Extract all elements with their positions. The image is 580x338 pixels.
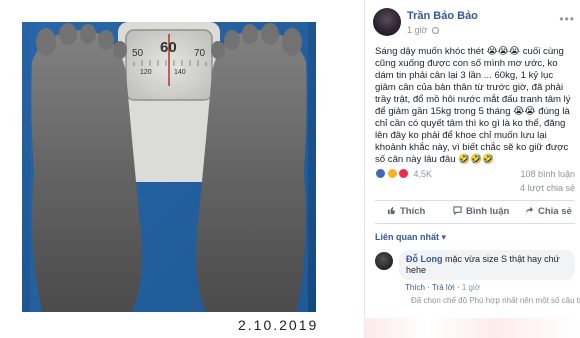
reply-filter-notice: Đã chọn chế độ Phù hợp nhất nên một số c…: [411, 296, 580, 305]
thumbs-up-icon: [387, 206, 396, 215]
post-timestamp[interactable]: 1 giờ: [407, 25, 439, 35]
scale-feet-photo[interactable]: 50 60 70 120 140: [22, 22, 316, 312]
like-reaction-icon: [375, 168, 386, 180]
comment-label: Bình luận: [466, 206, 510, 217]
more-options-icon[interactable]: •••: [559, 12, 575, 26]
post-panel: Trần Bảo Bảo 1 giờ ••• Sáng dậy muốn khó…: [364, 0, 580, 338]
comment-button[interactable]: Bình luận: [453, 206, 509, 217]
comment-like-link[interactable]: Thích: [405, 283, 425, 292]
comment-count[interactable]: 108 bình luận: [520, 169, 575, 179]
reactions-summary[interactable]: 4,5K 108 bình luận 4 lượt chia sẻ: [375, 168, 575, 193]
share-count[interactable]: 4 lượt chia sẻ: [520, 183, 575, 193]
haha-reaction-icon: [386, 168, 398, 180]
commenter-name[interactable]: Đỗ Long: [406, 254, 443, 264]
post-header: Trần Bảo Bảo 1 giờ •••: [373, 8, 579, 38]
comment-actions: Thích · Trả lời · 1 giờ: [405, 283, 480, 292]
photo-illustration: 50 60 70 120 140: [22, 22, 316, 312]
love-reaction-icon: [398, 168, 410, 180]
post-body-text: Sáng dậy muốn khóc thét 😭😭😭 cuối cùng cũ…: [375, 46, 571, 165]
post-photo-panel[interactable]: 50 60 70 120 140 2.10.2019: [0, 0, 342, 338]
share-button[interactable]: Chia sẻ: [525, 206, 572, 217]
like-label: Thích: [400, 206, 426, 217]
author-avatar[interactable]: [373, 8, 401, 36]
commenter-avatar[interactable]: [375, 252, 393, 270]
share-label: Chia sẻ: [538, 206, 572, 217]
photo-date-caption: 2.10.2019: [238, 317, 319, 333]
comment-time[interactable]: 1 giờ: [462, 283, 480, 292]
share-icon: [525, 206, 534, 214]
reaction-count: 4,5K: [413, 168, 433, 179]
comment-filter-dropdown[interactable]: Liên quan nhất ▾: [375, 232, 446, 243]
comment-bubble: Đỗ Long mặc vừa size S thật hay chứ hehe: [399, 250, 575, 280]
comment-reply-link[interactable]: Trả lời: [432, 283, 455, 292]
bottom-overlay: [364, 318, 580, 338]
globe-icon: [431, 27, 439, 34]
comment-icon: [453, 206, 462, 215]
post-time-text: 1 giờ: [407, 25, 428, 35]
author-name[interactable]: Trần Bảo Bảo: [407, 10, 478, 22]
like-button[interactable]: Thích: [387, 206, 425, 217]
post-action-bar: Thích Bình luận Chia sẻ: [375, 200, 575, 224]
